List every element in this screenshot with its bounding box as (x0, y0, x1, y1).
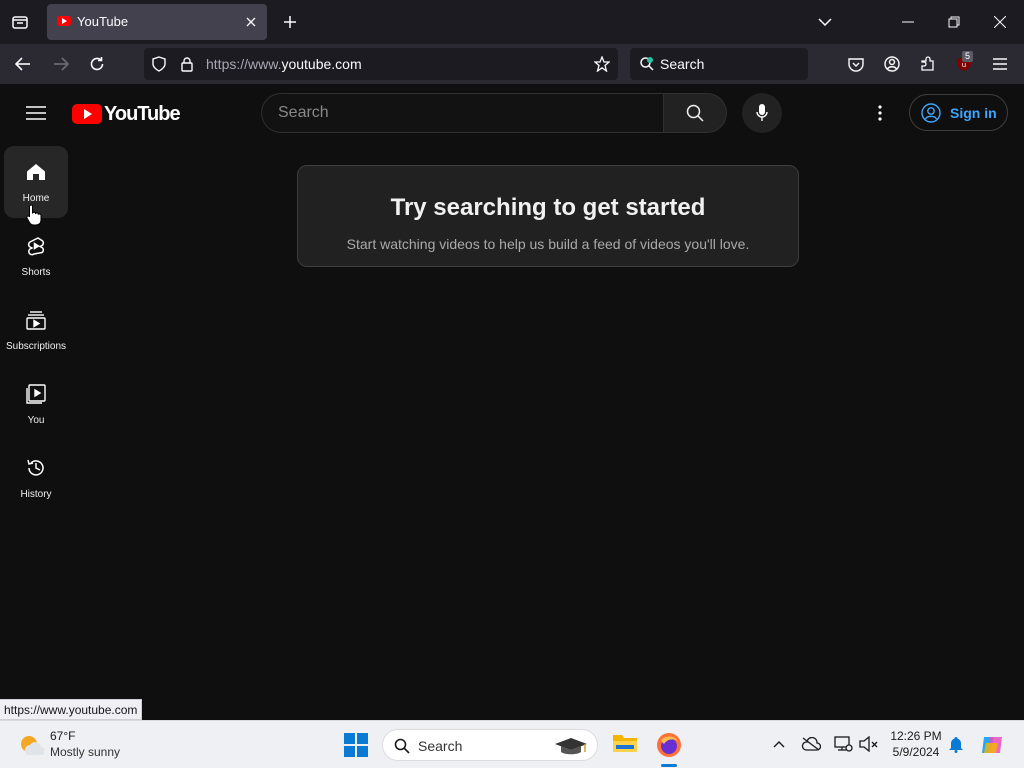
tracking-protection-shield-icon[interactable] (150, 55, 168, 73)
show-hidden-icons-chevron-up-icon[interactable] (770, 735, 788, 753)
onedrive-cloud-offline-icon[interactable] (800, 734, 822, 754)
youtube-logo-icon[interactable] (72, 104, 102, 124)
sign-in-button[interactable]: Sign in (909, 94, 1008, 131)
taskbar-search-box[interactable]: Search (382, 729, 598, 761)
guide-item-shorts[interactable]: Shorts (4, 220, 68, 292)
reload-icon[interactable] (86, 54, 108, 74)
address-bar[interactable]: https://www.youtube.com (144, 48, 618, 80)
guide-item-label: Home (22, 193, 50, 204)
minimize-window-icon[interactable] (898, 12, 918, 32)
hamburger-menu-icon[interactable] (990, 54, 1010, 74)
navigation-toolbar: https://www.youtube.com Search u 5 (0, 44, 1024, 84)
guide-item-subscriptions[interactable]: Subscriptions (4, 294, 68, 366)
guide-item-history[interactable]: History (4, 442, 68, 514)
sign-in-label: Sign in (950, 105, 997, 121)
new-tab-icon[interactable] (280, 12, 300, 32)
microphone-icon (754, 103, 770, 123)
weather-description[interactable]: Mostly sunny (50, 745, 120, 759)
extension-count-badge: 5 (962, 51, 974, 62)
tab-bar: YouTube (0, 0, 1024, 44)
url-protocol: https://www. (206, 56, 282, 72)
voice-search-button[interactable] (742, 93, 782, 133)
close-window-icon[interactable] (990, 12, 1010, 32)
notification-bell-icon[interactable] (946, 735, 966, 755)
tab-title: YouTube (77, 14, 129, 29)
network-monitor-icon[interactable] (832, 734, 854, 754)
pocket-icon[interactable] (846, 54, 866, 74)
search-icon (393, 737, 411, 755)
guide-item-you[interactable]: You (4, 368, 68, 440)
firefox-active-indicator (661, 764, 677, 767)
svg-text:u: u (962, 61, 966, 69)
windows-taskbar: 67°F Mostly sunny Search 12:26 PM 5/9/20… (0, 720, 1024, 768)
speaker-muted-icon[interactable] (858, 734, 880, 754)
close-tab-icon[interactable] (243, 14, 259, 30)
hand-cursor-icon (26, 204, 42, 226)
weather-temperature[interactable]: 67°F (50, 729, 75, 743)
firefox-taskbar-icon[interactable] (656, 732, 682, 758)
search-engine-icon (638, 56, 656, 72)
browser-search-label: Search (660, 56, 705, 72)
link-status-tooltip: https://www.youtube.com (0, 699, 143, 720)
clock-date[interactable]: 5/9/2024 (880, 745, 952, 759)
subscriptions-icon (26, 310, 46, 330)
copilot-icon[interactable] (980, 733, 1004, 757)
tab-overview-icon[interactable] (8, 10, 32, 34)
youtube-page: YouTube Sign in Home Shorts (0, 84, 1024, 720)
guide-item-label: History (20, 489, 52, 500)
lock-icon[interactable] (178, 55, 196, 73)
weather-sun-cloud-icon[interactable] (18, 733, 44, 757)
youtube-search-box[interactable] (261, 93, 663, 133)
guide-item-label: Shorts (21, 267, 51, 278)
graduation-cap-icon (551, 734, 589, 758)
taskbar-search-label: Search (418, 738, 463, 754)
youtube-favicon-icon (57, 16, 71, 26)
url-domain: youtube.com (281, 56, 362, 72)
clock-time[interactable]: 12:26 PM (880, 729, 952, 743)
your-channel-library-icon (26, 384, 46, 404)
account-circle-icon (921, 103, 941, 123)
empty-feed-heading: Try searching to get started (390, 194, 706, 221)
youtube-search-button[interactable] (663, 93, 727, 133)
account-icon[interactable] (882, 54, 902, 74)
file-explorer-folder-icon[interactable] (612, 732, 638, 756)
guide-menu-icon[interactable] (24, 102, 48, 124)
restore-window-icon[interactable] (944, 12, 964, 32)
youtube-logo-text[interactable]: YouTube (104, 103, 181, 126)
guide-item-label: Subscriptions (5, 341, 67, 352)
shorts-icon (26, 236, 46, 256)
browser-search-box[interactable]: Search (630, 48, 808, 80)
tab-youtube[interactable]: YouTube (47, 4, 267, 40)
list-tabs-chevron-down-icon[interactable] (815, 12, 835, 32)
history-clock-icon (26, 458, 46, 478)
url-text[interactable]: https://www.youtube.com (206, 56, 362, 72)
back-arrow-icon[interactable] (12, 54, 34, 74)
extensions-puzzle-icon[interactable] (918, 54, 938, 74)
settings-more-vertical-icon[interactable] (870, 103, 890, 123)
search-icon (685, 103, 705, 123)
bookmark-star-icon[interactable] (593, 55, 611, 73)
empty-feed-subtext: Start watching videos to help us build a… (346, 236, 750, 252)
forward-arrow-icon[interactable] (50, 54, 72, 74)
windows-start-icon[interactable] (344, 733, 368, 757)
guide-item-label: You (27, 415, 45, 426)
empty-feed-card: Try searching to get started Start watch… (297, 165, 799, 267)
youtube-search-input[interactable] (278, 102, 648, 124)
home-icon (26, 162, 46, 182)
